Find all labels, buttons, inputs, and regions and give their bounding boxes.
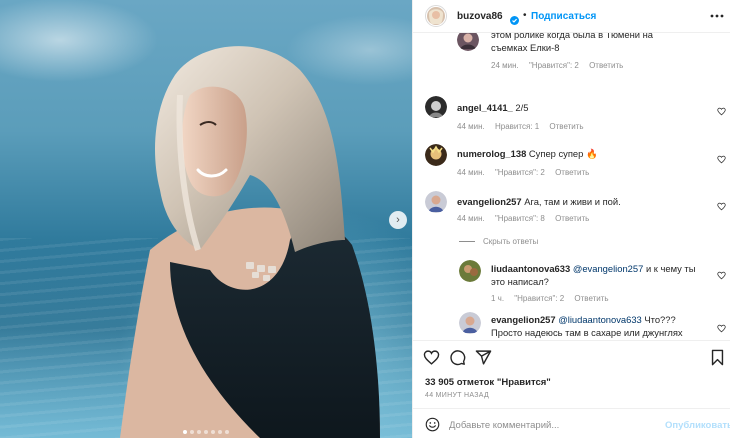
reply-button[interactable]: Ответить xyxy=(574,294,608,303)
comment-time: 44 мин. xyxy=(457,168,485,177)
comment-text: этом ролике когда была в Тюмени на съемк… xyxy=(491,33,653,53)
reply-button[interactable]: Ответить xyxy=(555,214,589,223)
likes-count[interactable]: 33 905 отметок "Нравится" xyxy=(425,377,551,388)
carousel-dot xyxy=(183,430,187,434)
comment-likes[interactable]: "Нравится": 2 xyxy=(529,61,579,70)
author-username[interactable]: buzova86 xyxy=(457,11,503,22)
more-icon[interactable] xyxy=(709,8,725,29)
post-side-panel: buzova86 • Подписаться этом ролике когда… xyxy=(412,0,730,438)
emoji-icon[interactable] xyxy=(425,417,440,437)
comment-text: 2/5 xyxy=(515,102,529,113)
reply-body: evangelion257 @liudaantonova633 Что??? П… xyxy=(491,313,706,340)
comment-username[interactable]: numerolog_138 xyxy=(457,148,526,159)
carousel-dot xyxy=(190,430,194,434)
carousel-dot xyxy=(211,430,215,434)
header-separator: • xyxy=(523,10,527,21)
commenter-avatar[interactable] xyxy=(459,260,481,282)
carousel-dot xyxy=(197,430,201,434)
reply-mention[interactable]: @evangelion257 xyxy=(573,263,644,274)
comment-heart-icon[interactable] xyxy=(717,151,726,169)
commenter-avatar[interactable] xyxy=(425,144,447,166)
share-icon[interactable] xyxy=(475,349,492,371)
reply-likes[interactable]: "Нравится": 2 xyxy=(514,294,564,303)
photo-illustration xyxy=(120,46,380,438)
comment-meta: 44 мин. Нравится: 1 Ответить xyxy=(457,122,592,131)
reply-button[interactable]: Ответить xyxy=(549,122,583,131)
commenter-avatar[interactable] xyxy=(425,96,447,118)
author-avatar[interactable] xyxy=(425,5,447,32)
carousel-dot xyxy=(225,430,229,434)
comment-text: Супер супер 🔥 xyxy=(528,148,598,159)
verified-badge-icon xyxy=(510,12,519,30)
comment-likes[interactable]: "Нравится": 2 xyxy=(495,168,545,177)
commenter-avatar[interactable] xyxy=(425,191,447,213)
reply-time: 1 ч. xyxy=(491,294,505,303)
commenter-avatar[interactable] xyxy=(457,33,479,51)
comment-heart-icon[interactable] xyxy=(717,198,726,216)
reply-button[interactable]: Ответить xyxy=(589,61,623,70)
comment-meta: 44 мин. "Нравится": 8 Ответить xyxy=(457,214,597,223)
comment-time: 44 мин. xyxy=(457,122,485,131)
heart-icon[interactable] xyxy=(423,349,440,371)
post-actions: 33 905 отметок "Нравится" 44 МИНУТ НАЗАД… xyxy=(413,340,730,438)
carousel-next-button[interactable]: › xyxy=(389,211,407,229)
comment-body: angel_4141_ 2/5 xyxy=(457,101,707,114)
carousel-dot xyxy=(204,430,208,434)
publish-button[interactable]: Опубликовать xyxy=(665,420,730,431)
chevron-right-icon: › xyxy=(396,213,400,226)
comment-heart-icon[interactable] xyxy=(717,267,726,285)
reply-mention[interactable]: @liudaantonova633 xyxy=(558,314,642,325)
comment-likes[interactable]: Нравится: 1 xyxy=(495,122,539,131)
carousel-dot xyxy=(218,430,222,434)
bookmark-icon[interactable] xyxy=(710,349,725,371)
comment-time: 44 мин. xyxy=(457,214,485,223)
comment-heart-icon[interactable] xyxy=(717,320,726,338)
comment-meta: 44 мин. "Нравится": 2 Ответить xyxy=(457,168,597,177)
comment-username[interactable]: evangelion257 xyxy=(457,196,522,207)
reply-body: liudaantonova633 @evangelion257 и к чему… xyxy=(491,262,706,288)
hide-replies-button[interactable]: Скрыть ответы xyxy=(459,237,538,246)
comment-icon[interactable] xyxy=(449,349,466,371)
post-header: buzova86 • Подписаться xyxy=(413,0,730,33)
commenter-avatar[interactable] xyxy=(459,312,481,334)
comment-likes[interactable]: "Нравится": 8 xyxy=(495,214,545,223)
hide-replies-label: Скрыть ответы xyxy=(483,237,539,246)
comment-input[interactable] xyxy=(449,417,659,433)
follow-button[interactable]: Подписаться xyxy=(531,11,596,22)
reply-username[interactable]: evangelion257 xyxy=(491,314,556,325)
reply-username[interactable]: liudaantonova633 xyxy=(491,263,570,274)
comment-meta: 24 мин. "Нравится": 2 Ответить xyxy=(491,61,631,70)
comment-time: 24 мин. xyxy=(491,61,519,70)
comment-heart-icon[interactable] xyxy=(717,103,726,121)
comment-username[interactable]: angel_4141_ xyxy=(457,102,513,113)
hide-replies-line xyxy=(459,241,475,242)
reply-meta: 1 ч. "Нравится": 2 Ответить xyxy=(491,294,617,303)
reply-button[interactable]: Ответить xyxy=(555,168,589,177)
comment-text: Ага, там и живи и пой. xyxy=(524,196,621,207)
comment-body: evangelion257 Ага, там и живи и пой. xyxy=(457,195,707,208)
add-comment-bar: Опубликовать xyxy=(413,408,730,438)
post-photo[interactable]: › xyxy=(0,0,412,438)
carousel-dots xyxy=(0,430,412,434)
post-time: 44 МИНУТ НАЗАД xyxy=(425,392,490,399)
comments-list[interactable]: этом ролике когда была в Тюмени на съемк… xyxy=(413,33,730,340)
comment-body: numerolog_138 Супер супер 🔥 xyxy=(457,147,707,160)
